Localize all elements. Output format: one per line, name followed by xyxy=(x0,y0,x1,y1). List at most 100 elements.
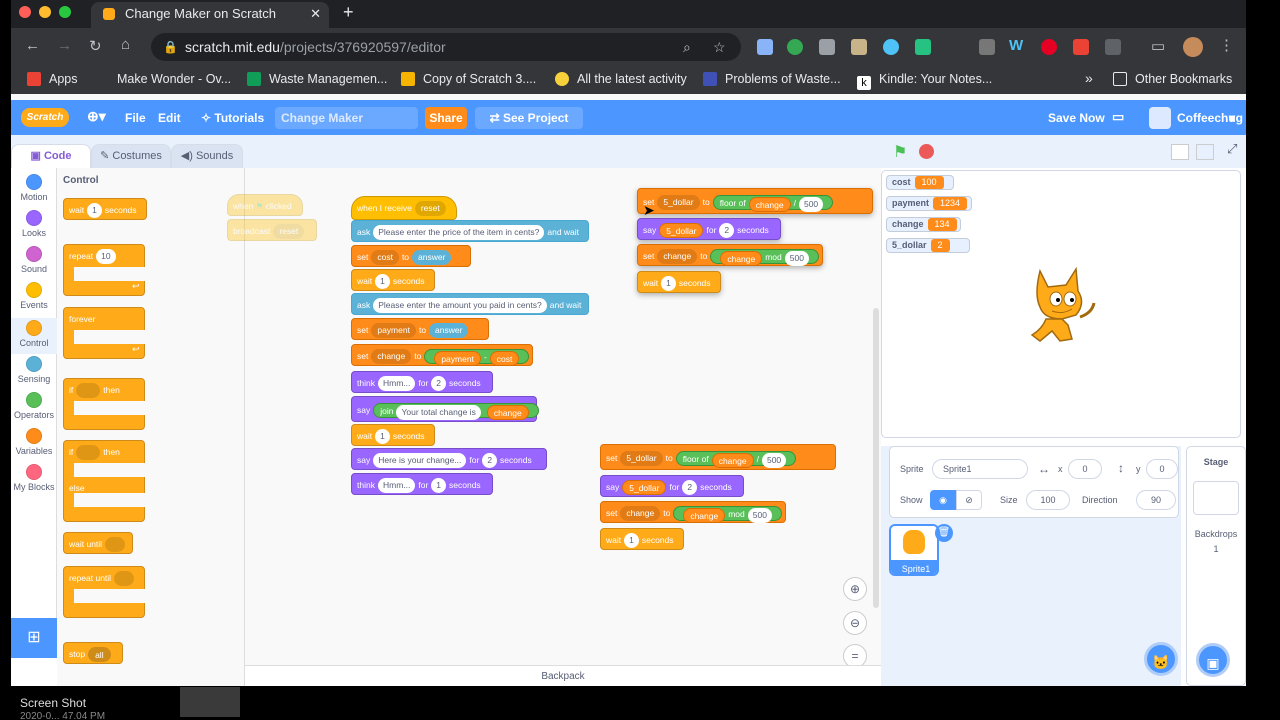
scratch-cat-sprite[interactable] xyxy=(1022,263,1102,345)
stop-block[interactable]: stop all xyxy=(63,642,123,664)
new-tab-icon[interactable]: + xyxy=(343,2,354,23)
word-icon[interactable]: W xyxy=(1009,37,1023,54)
wait-block[interactable]: wait 1 seconds xyxy=(351,269,435,291)
backdrop-thumbnail[interactable] xyxy=(1193,481,1239,515)
vertical-scrollbar[interactable] xyxy=(873,308,879,608)
bookmark-item[interactable]: k Kindle: Your Notes... xyxy=(857,72,992,90)
direction-input[interactable]: 90 xyxy=(1136,490,1176,510)
large-stage-icon[interactable] xyxy=(1196,144,1214,160)
mod-operator[interactable]: change mod 500 xyxy=(673,506,782,523)
scratch-logo[interactable]: Scratch xyxy=(21,108,69,127)
bookmark-item[interactable]: All the latest activity xyxy=(555,72,687,86)
extension-icon[interactable] xyxy=(915,39,931,55)
sprite-thumbnail[interactable]: Sprite1 xyxy=(889,524,939,576)
my-stuff-folder-icon[interactable]: ▭ xyxy=(1112,109,1124,125)
sprite-name-input[interactable]: Sprite1 xyxy=(932,459,1028,479)
project-title-input[interactable]: Change Maker xyxy=(275,107,418,129)
evernote-icon[interactable] xyxy=(787,39,803,55)
category-control[interactable]: Control xyxy=(11,318,57,354)
boolean-slot[interactable] xyxy=(76,383,101,399)
category-variables[interactable]: Variables xyxy=(11,428,57,456)
floor-operator[interactable]: floor of change/500 xyxy=(712,195,834,212)
if-then-else-block[interactable]: if then else xyxy=(63,440,146,522)
category-sound[interactable]: Sound xyxy=(11,246,57,274)
category-sensing[interactable]: Sensing xyxy=(11,356,57,384)
extension-icon[interactable] xyxy=(851,39,867,55)
category-operators[interactable]: Operators xyxy=(11,392,57,420)
zoom-out-button[interactable]: ⊖ xyxy=(843,611,867,635)
extension-icon[interactable] xyxy=(819,39,835,55)
zoom-in-button[interactable]: ⊕ xyxy=(843,577,867,601)
wait-block[interactable]: wait 1 seconds xyxy=(600,528,684,550)
minimize-window-icon[interactable] xyxy=(39,6,51,18)
wait-until-block[interactable]: wait until xyxy=(63,532,133,554)
bookmark-item[interactable]: Waste Managemen... xyxy=(247,72,387,86)
script-area[interactable]: when ⚑ clicked broadcast reset when I rec… xyxy=(227,168,881,686)
tab-costumes[interactable]: ✎ Costumes xyxy=(91,144,171,168)
broadcast-block[interactable]: broadcast reset xyxy=(227,219,317,241)
file-menu[interactable]: File xyxy=(125,111,146,125)
repeat-until-block[interactable]: repeat until xyxy=(63,566,146,618)
hide-icon[interactable]: ⊘ xyxy=(956,490,982,510)
think-block[interactable]: think Hmm... for 2 seconds xyxy=(351,371,493,393)
bookmark-item[interactable]: Make Wonder - Ov... xyxy=(117,72,231,86)
set-change-mod-block[interactable]: set change to change mod 500 xyxy=(600,501,786,523)
category-looks[interactable]: Looks xyxy=(11,210,57,238)
bookmark-overflow-icon[interactable]: » xyxy=(1085,70,1093,86)
wait-block[interactable]: wait 1 seconds xyxy=(637,271,721,293)
forward-icon[interactable]: → xyxy=(57,37,72,54)
x-input[interactable]: 0 xyxy=(1068,459,1102,479)
wait-block[interactable]: wait 1 seconds xyxy=(351,424,435,446)
subtract-operator[interactable]: payment - cost xyxy=(424,349,530,366)
set-cost-block[interactable]: set cost to answer xyxy=(351,245,471,267)
bookmark-apps[interactable]: Apps xyxy=(27,72,78,86)
set-payment-block[interactable]: set payment to answer xyxy=(351,318,489,340)
stage-selector[interactable]: Stage Backdrops 1 ▣ xyxy=(1186,446,1246,686)
see-project-page-button[interactable]: ⇄ See Project Page xyxy=(475,107,583,147)
join-operator[interactable]: join Your total change is change xyxy=(373,403,539,420)
extension-icon[interactable] xyxy=(979,39,995,55)
other-bookmarks[interactable]: Other Bookmarks xyxy=(1113,72,1232,86)
floor-operator[interactable]: floor of change/500 xyxy=(675,451,797,468)
maximize-window-icon[interactable] xyxy=(59,6,71,18)
category-motion[interactable]: Motion xyxy=(11,174,57,202)
star-icon[interactable]: ☆ xyxy=(713,33,726,61)
wait-block[interactable]: wait 1 seconds xyxy=(63,198,147,220)
close-tab-icon[interactable]: ✕ xyxy=(310,2,321,26)
share-button[interactable]: Share xyxy=(425,107,467,129)
size-input[interactable]: 100 xyxy=(1026,490,1070,510)
ask-block[interactable]: ask Please enter the amount you paid in c… xyxy=(351,293,589,315)
avatar[interactable] xyxy=(1149,107,1171,129)
bookmark-item[interactable]: Problems of Waste... xyxy=(703,72,841,86)
if-then-block[interactable]: if then xyxy=(63,378,146,430)
pinterest-icon[interactable] xyxy=(1041,39,1057,55)
set-change-mod-block[interactable]: set change to change mod 500 xyxy=(637,244,823,266)
set-5-dollar-block[interactable]: set 5_dollar to floor of change/500 xyxy=(600,444,836,470)
profile-avatar[interactable] xyxy=(1183,37,1203,57)
tutorials-button[interactable]: ✧ Tutorials xyxy=(201,111,264,125)
y-input[interactable]: 0 xyxy=(1146,459,1178,479)
add-extension-button[interactable]: ⊞ xyxy=(11,618,57,658)
globe-icon[interactable]: ⊕▾ xyxy=(87,108,106,125)
zoom-search-icon[interactable]: ⌕ xyxy=(683,33,691,61)
forever-block[interactable]: forever ↩ xyxy=(63,307,146,359)
extension-icon[interactable] xyxy=(883,39,899,55)
chevron-down-icon[interactable]: ▾ xyxy=(1229,111,1235,125)
save-now-button[interactable]: Save Now xyxy=(1048,111,1105,125)
back-icon[interactable]: ← xyxy=(25,37,40,54)
when-i-receive-block[interactable]: when I receive reset xyxy=(351,196,457,220)
ask-block[interactable]: ask Please enter the price of the item in… xyxy=(351,220,589,242)
delete-sprite-icon[interactable]: 🗑 xyxy=(935,524,953,542)
category-my-blocks[interactable]: My Blocks xyxy=(11,464,57,492)
tab-code[interactable]: ▣ Code xyxy=(11,144,91,168)
show-visible-icon[interactable]: ◉ xyxy=(930,490,956,510)
small-stage-icon[interactable] xyxy=(1171,144,1189,160)
menu-dots-icon[interactable]: ⋮ xyxy=(1219,36,1234,54)
choose-sprite-button[interactable]: 🐱 xyxy=(1144,642,1178,676)
say-for-block[interactable]: say 5_dollar for 2 seconds xyxy=(600,475,744,497)
stop-icon[interactable] xyxy=(919,144,934,159)
bookmark-item[interactable]: Copy of Scratch 3.... xyxy=(401,72,536,86)
extension-icon[interactable] xyxy=(1105,39,1121,55)
choose-backdrop-button[interactable]: ▣ xyxy=(1196,643,1230,677)
desktop-file-label[interactable]: Screen Shot xyxy=(20,696,86,710)
